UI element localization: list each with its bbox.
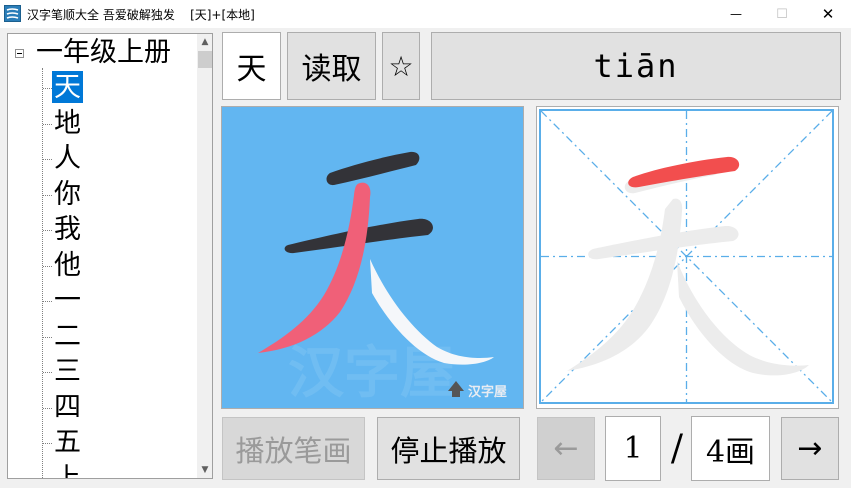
scroll-down-icon[interactable]: ▼ (197, 462, 212, 478)
tree-item[interactable]: 四 (52, 391, 83, 423)
stroke-1 (326, 151, 420, 186)
highlight-stroke (628, 156, 740, 188)
tree-item[interactable]: 地 (52, 107, 83, 139)
stroke-animation-canvas: 汉字屋 汉字屋 (258, 151, 507, 406)
tree-item[interactable]: 一 (52, 284, 83, 316)
collapse-icon[interactable] (15, 49, 24, 58)
tree-item[interactable]: 天 (52, 71, 83, 103)
maximize-icon: ☐ (776, 6, 788, 22)
tree-guide-line (42, 68, 43, 478)
next-stroke-button[interactable]: → (781, 417, 839, 480)
pinyin-display: tiān (431, 32, 841, 100)
tree-root-label: 一年级上册 (36, 37, 171, 68)
grid-frame (539, 109, 834, 404)
minimize-button[interactable]: — (713, 0, 759, 28)
tree-item[interactable]: 人 (52, 142, 83, 174)
stroke-animation-panel: 汉字屋 汉字屋 (221, 106, 524, 409)
title-bar: 汉字笔顺大全 吾爱破解独发 [天]+[本地] — ☐ ✕ (0, 0, 851, 28)
read-button[interactable]: 读取 (287, 32, 376, 100)
favorite-button[interactable]: ☆ (382, 32, 420, 100)
scroll-up-icon[interactable]: ▲ (197, 34, 212, 50)
tree-scrollbar[interactable]: ▲ ▼ (197, 34, 212, 478)
tree-branch-line (43, 407, 52, 409)
grid-canvas (541, 111, 832, 402)
current-stroke-field[interactable]: 1 (605, 416, 661, 481)
tree-item[interactable]: 他 (52, 249, 83, 281)
window-title: 汉字笔顺大全 吾爱破解独发 [天]+[本地] (27, 8, 255, 22)
play-strokes-button[interactable]: 播放笔画 (222, 417, 365, 480)
tree-branch-line (43, 443, 52, 444)
stop-playback-button[interactable]: 停止播放 (377, 417, 520, 480)
tree-branch-line (43, 301, 52, 302)
tree-item[interactable]: 五 (52, 426, 83, 458)
tree-branch-line (43, 372, 52, 373)
tree-branch-line (43, 230, 52, 231)
tree-item[interactable]: 三 (52, 355, 83, 387)
arrow-left-icon: ← (553, 431, 579, 466)
stroke-grid-panel (536, 106, 839, 409)
close-button[interactable]: ✕ (805, 0, 851, 28)
tree-item[interactable]: 上 (52, 462, 83, 479)
scroll-thumb[interactable] (198, 51, 212, 68)
close-icon: ✕ (821, 5, 835, 23)
stroke-current (258, 182, 371, 353)
arrow-right-icon: → (797, 431, 823, 466)
watermark-small: 汉字屋 (468, 384, 507, 400)
lesson-tree[interactable]: 一年级上册 天地人你我他一二三四五上 ▲ ▼ (7, 33, 213, 479)
tree-item[interactable]: 你 (52, 178, 83, 210)
total-strokes-display: 4画 (691, 416, 770, 481)
tree-branch-line (43, 123, 52, 125)
star-icon: ☆ (388, 49, 414, 83)
tree-branch-line (43, 336, 52, 338)
minimize-icon: — (730, 7, 742, 21)
tree-branch-line (43, 88, 52, 89)
tree-branch-line (43, 265, 52, 267)
stroke-separator: / (670, 427, 684, 469)
tree-branch-line (43, 159, 52, 160)
maximize-button[interactable]: ☐ (759, 0, 805, 28)
watermark-small-logo: 汉字屋 (448, 381, 507, 400)
current-char-field[interactable]: 天 (222, 32, 281, 100)
tree-item[interactable]: 我 (52, 213, 83, 245)
tree-branch-line (43, 194, 52, 196)
tree-item[interactable]: 二 (52, 320, 83, 352)
prev-stroke-button[interactable]: ← (537, 417, 595, 480)
app-icon (4, 5, 21, 22)
tree-branch-line (43, 479, 52, 480)
